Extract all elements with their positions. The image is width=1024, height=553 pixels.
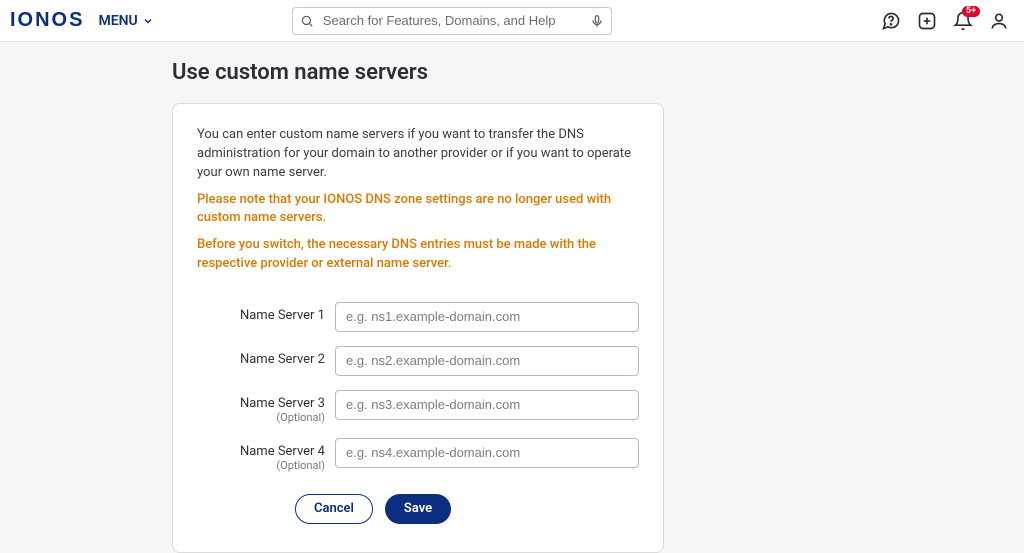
menu-label: MENU xyxy=(98,13,137,29)
nameserver-row-4: Name Server 4 (Optional) xyxy=(197,438,639,472)
nameserver-input-2[interactable] xyxy=(335,346,639,376)
info-warning-2: Before you switch, the necessary DNS ent… xyxy=(197,236,639,274)
nameserver-label-4: Name Server 4 (Optional) xyxy=(197,438,335,472)
notification-badge: 5+ xyxy=(962,6,980,17)
nameserver-input-3[interactable] xyxy=(335,390,639,420)
search-input[interactable] xyxy=(292,7,612,35)
search-icon xyxy=(300,14,314,28)
header-icon-group: 5+ xyxy=(880,10,1010,32)
nameserver-row-3: Name Server 3 (Optional) xyxy=(197,390,639,424)
settings-card: You can enter custom name servers if you… xyxy=(172,103,664,553)
nameserver-label-1: Name Server 1 xyxy=(197,302,335,323)
optional-text: (Optional) xyxy=(197,411,325,424)
nameserver-label-2: Name Server 2 xyxy=(197,346,335,367)
chevron-down-icon xyxy=(142,15,154,27)
page-title: Use custom name servers xyxy=(172,60,1024,85)
search-box xyxy=(292,7,612,35)
menu-button[interactable]: MENU xyxy=(98,13,153,29)
nameserver-label-text: Name Server 3 xyxy=(240,396,325,411)
nameserver-label-text: Name Server 2 xyxy=(240,352,325,367)
info-warning-1: Please note that your IONOS DNS zone set… xyxy=(197,191,639,229)
optional-text: (Optional) xyxy=(197,459,325,472)
nameserver-label-text: Name Server 4 xyxy=(240,444,325,459)
info-text-1: You can enter custom name servers if you… xyxy=(197,126,639,183)
nameserver-label-3: Name Server 3 (Optional) xyxy=(197,390,335,424)
page-body: Use custom name servers You can enter cu… xyxy=(0,42,1024,553)
nameserver-input-1[interactable] xyxy=(335,302,639,332)
account-icon[interactable] xyxy=(988,10,1010,32)
top-bar: IONOS MENU 5+ xyxy=(0,0,1024,42)
mic-icon[interactable] xyxy=(590,14,604,28)
help-icon[interactable] xyxy=(880,10,902,32)
nameserver-input-4[interactable] xyxy=(335,438,639,468)
info-block: You can enter custom name servers if you… xyxy=(197,126,639,274)
add-icon[interactable] xyxy=(916,10,938,32)
nameserver-row-1: Name Server 1 xyxy=(197,302,639,332)
brand-logo[interactable]: IONOS xyxy=(10,9,84,32)
notifications-icon[interactable]: 5+ xyxy=(952,10,974,32)
nameserver-row-2: Name Server 2 xyxy=(197,346,639,376)
nameserver-label-text: Name Server 1 xyxy=(240,308,325,323)
